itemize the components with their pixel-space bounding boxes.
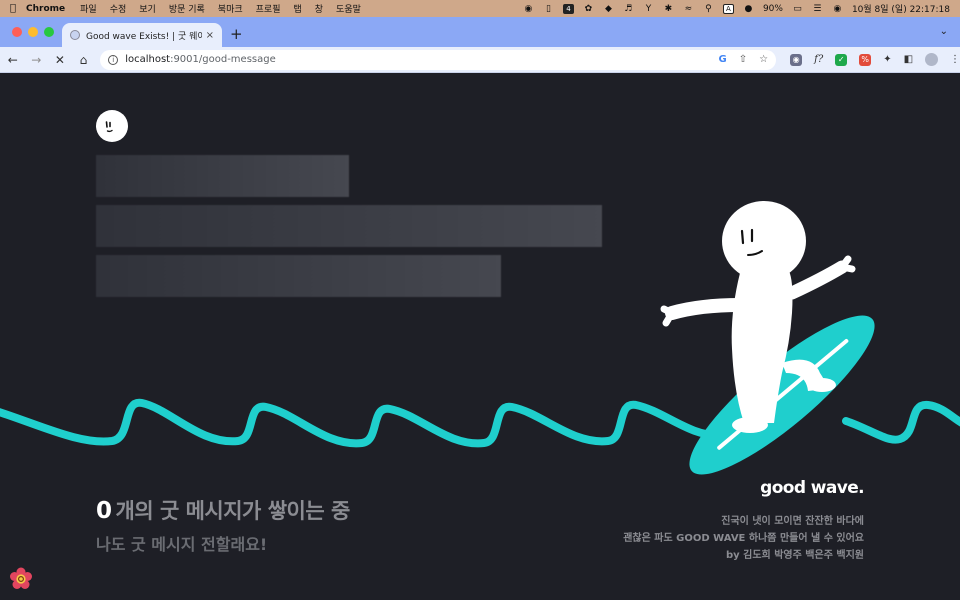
- good-wave-page: 0 개의 굿 메시지가 쌓이는 중 나도 굿 메시지 전할래요! good wav…: [0, 73, 960, 600]
- zoom-window-button[interactable]: [44, 27, 54, 37]
- input-source-icon[interactable]: A: [722, 3, 734, 14]
- tab-favicon-icon: [70, 30, 80, 40]
- menu-edit[interactable]: 수정: [110, 2, 127, 15]
- tagline-line-2: 괜찮은 파도 GOOD WAVE 하나쯤 만들어 낼 수 있어요: [623, 533, 864, 544]
- forward-button[interactable]: →: [26, 53, 48, 67]
- macos-menu-bar:  Chrome 파일 수정 보기 방문 기록 북마크 프로필 탭 창 도움말 …: [0, 0, 960, 17]
- volume-icon[interactable]: ♬: [623, 4, 634, 14]
- tab-close-icon[interactable]: ×: [206, 30, 214, 41]
- vpn-icon[interactable]: Y: [643, 4, 654, 14]
- url-host: localhost: [125, 54, 171, 65]
- browser-tab-active[interactable]: Good wave Exists! | 굿 웨이브 ×: [62, 23, 222, 47]
- side-panel-icon[interactable]: ◧: [904, 54, 913, 65]
- menu-clock[interactable]: 10월 8일 (일) 22:17:18: [852, 2, 950, 15]
- google-lens-icon[interactable]: G: [719, 54, 727, 65]
- extension-percent-icon[interactable]: %: [859, 53, 872, 66]
- status-badge[interactable]: 4: [562, 3, 574, 14]
- window-controls: [12, 27, 54, 37]
- send-message-link[interactable]: 나도 굿 메시지 전할래요!: [96, 531, 267, 555]
- tab-title: Good wave Exists! | 굿 웨이브: [86, 31, 202, 42]
- leaf-icon[interactable]: ✿: [583, 4, 594, 14]
- bluetooth-icon[interactable]: ✱: [663, 4, 674, 14]
- brand-logo: good wave.: [760, 478, 864, 498]
- wifi-icon[interactable]: ≈: [683, 4, 694, 14]
- chat-icon[interactable]: ●: [743, 4, 754, 14]
- credits-line: by 김도희 박영주 백은주 백지원: [725, 550, 864, 561]
- extension-formula-icon[interactable]: f?: [814, 54, 823, 65]
- control-center-icon[interactable]: ☰: [812, 4, 823, 14]
- flower-icon[interactable]: [9, 567, 33, 591]
- record-icon[interactable]: ◉: [523, 4, 534, 14]
- shield-icon[interactable]: ◆: [603, 4, 614, 14]
- menu-history[interactable]: 방문 기록: [169, 2, 205, 15]
- site-info-icon[interactable]: i: [108, 54, 119, 65]
- address-bar[interactable]: i localhost:9001/good-message G ⇧ ☆: [100, 49, 777, 70]
- apple-menu-icon[interactable]: : [0, 3, 26, 14]
- minimize-window-button[interactable]: [28, 27, 38, 37]
- menu-view[interactable]: 보기: [139, 2, 156, 15]
- message-count: 0: [96, 498, 112, 524]
- stop-loading-button[interactable]: ✕: [49, 53, 71, 67]
- menu-help[interactable]: 도움말: [336, 2, 361, 15]
- message-count-label: 개의 굿 메시지가 쌓이는 중: [115, 499, 351, 523]
- profile-avatar[interactable]: [925, 53, 939, 66]
- extension-color-icon[interactable]: ◉: [790, 53, 803, 66]
- share-icon[interactable]: ⇧: [739, 54, 747, 65]
- clipboard-icon[interactable]: ▯: [543, 4, 554, 14]
- menu-window[interactable]: 창: [315, 2, 323, 15]
- menu-extras: ◉ ▯ 4 ✿ ◆ ♬ Y ✱ ≈ ⚲ A ● 90% ▭ ☰ ◉ 10월 8일…: [523, 2, 960, 15]
- bookmark-star-icon[interactable]: ☆: [759, 54, 768, 65]
- siri-icon[interactable]: ◉: [832, 4, 843, 14]
- menu-bookmarks[interactable]: 북마크: [218, 2, 243, 15]
- menu-file[interactable]: 파일: [80, 2, 97, 15]
- battery-percent: 90%: [762, 3, 783, 14]
- battery-icon[interactable]: ▭: [792, 4, 803, 14]
- search-icon[interactable]: ⚲: [703, 4, 714, 14]
- address-url[interactable]: localhost:9001/good-message: [125, 54, 718, 65]
- back-button[interactable]: ←: [2, 53, 24, 67]
- menu-app-name[interactable]: Chrome: [26, 4, 65, 14]
- home-button[interactable]: ⌂: [73, 53, 95, 67]
- brand-description: 진국이 냇이 모이면 잔잔한 바다에 괜찮은 파도 GOOD WAVE 하나쯤 …: [623, 513, 864, 564]
- browser-tab-strip: Good wave Exists! | 굿 웨이브 × + ⌄: [0, 17, 960, 47]
- extension-shield-icon[interactable]: ✓: [835, 53, 848, 66]
- close-window-button[interactable]: [12, 27, 22, 37]
- browser-toolbar: ← → ✕ ⌂ i localhost:9001/good-message G …: [0, 47, 960, 73]
- menu-tab[interactable]: 탭: [293, 2, 301, 15]
- new-tab-button[interactable]: +: [230, 25, 243, 43]
- extensions-puzzle-icon[interactable]: ✦: [883, 54, 891, 65]
- message-counter: 0 개의 굿 메시지가 쌓이는 중: [96, 495, 350, 525]
- wave-line: [0, 398, 960, 448]
- chrome-menu-icon[interactable]: ⋮: [950, 54, 960, 65]
- tagline-line-1: 진국이 냇이 모이면 잔잔한 바다에: [721, 516, 864, 527]
- tab-search-chevron-icon[interactable]: ⌄: [940, 26, 948, 37]
- url-path: :9001/good-message: [170, 54, 276, 65]
- menu-profiles[interactable]: 프로필: [256, 2, 281, 15]
